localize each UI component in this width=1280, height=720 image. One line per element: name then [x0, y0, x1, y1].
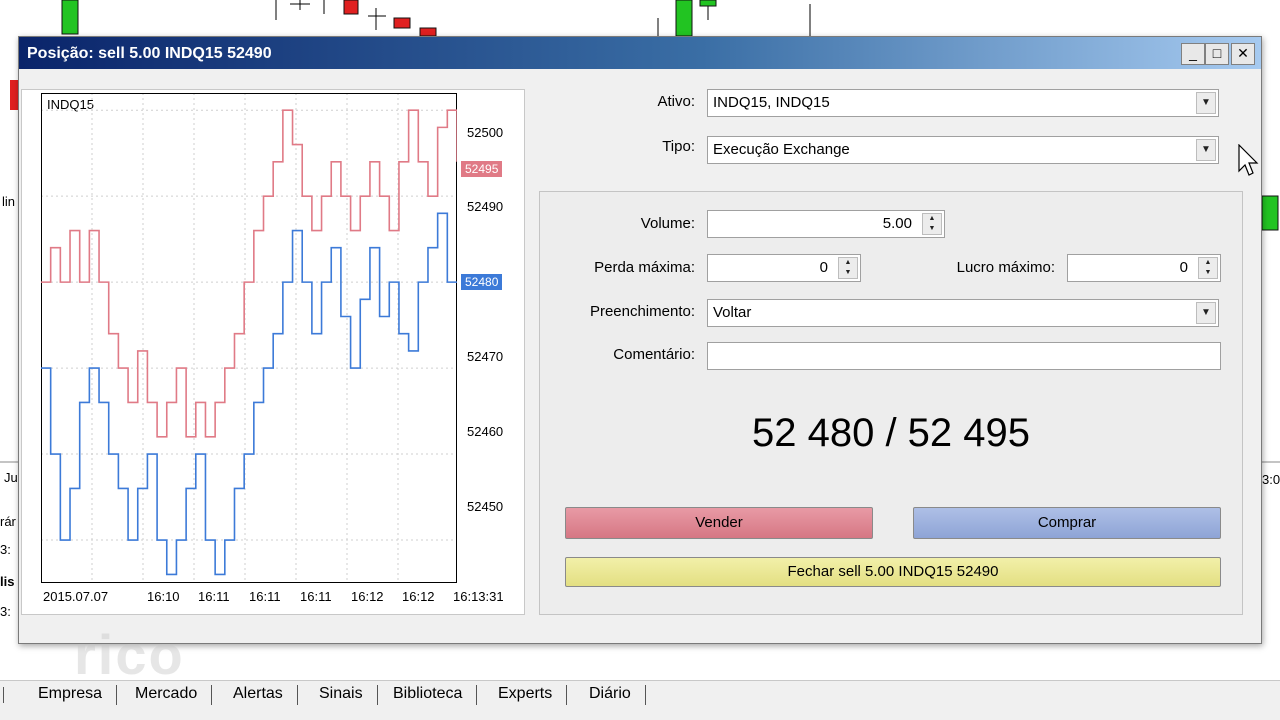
- buy-button[interactable]: Comprar: [913, 507, 1221, 539]
- tab-divider: [0, 687, 4, 703]
- lucro-value: 0: [1179, 259, 1188, 276]
- tick-chart-svg: [41, 93, 457, 583]
- terminal-tab-bar: Empresa Mercado Alertas Sinais Bibliotec…: [0, 680, 1280, 720]
- volume-value: 5.00: [882, 215, 912, 232]
- bid-price-flag: 52480: [461, 274, 503, 290]
- tab-empresa[interactable]: Empresa: [24, 685, 118, 705]
- perda-value: 0: [819, 259, 828, 276]
- price-label-52470: 52470: [467, 349, 504, 364]
- tick-chart-frame: [41, 93, 457, 583]
- chevron-down-icon[interactable]: ▼: [1196, 302, 1216, 324]
- price-label-52490: 52490: [467, 199, 504, 214]
- ask-price-line: [41, 109, 457, 438]
- preenchimento-value: Voltar: [713, 304, 752, 321]
- ativo-label: Ativo:: [657, 93, 695, 110]
- preenchimento-select[interactable]: Voltar ▼: [707, 299, 1219, 327]
- perda-field[interactable]: 0 ▲ ▼: [707, 254, 861, 282]
- tab-sinais[interactable]: Sinais: [305, 685, 378, 705]
- tab-diario[interactable]: Diário: [575, 685, 646, 705]
- watermark-logo: rico: [74, 623, 185, 686]
- maximize-button[interactable]: □: [1205, 43, 1229, 65]
- tab-alertas[interactable]: Alertas: [219, 685, 298, 705]
- tipo-value: Execução Exchange: [713, 141, 850, 158]
- close-position-button[interactable]: Fechar sell 5.00 INDQ15 52490: [565, 557, 1221, 587]
- tab-mercado[interactable]: Mercado: [121, 685, 213, 705]
- ask-price-flag: 52495: [461, 161, 503, 177]
- bid-price-line: [41, 212, 457, 576]
- lucro-field[interactable]: 0 ▲ ▼: [1067, 254, 1221, 282]
- mouse-cursor-icon: [1238, 144, 1259, 176]
- comentario-field[interactable]: [707, 342, 1221, 370]
- lucro-spinner[interactable]: ▲ ▼: [1198, 257, 1218, 279]
- time-label-6: 16:12: [402, 589, 435, 604]
- chevron-down-icon[interactable]: ▼: [1196, 139, 1216, 161]
- time-label-4: 16:11: [300, 589, 332, 604]
- bg-label-3: rár: [0, 514, 16, 529]
- dialog-titlebar[interactable]: Posição: sell 5.00 INDQ15 52490 _ □ ✕: [19, 37, 1261, 69]
- bg-label-4: 3:: [0, 542, 11, 557]
- tab-biblioteca[interactable]: Biblioteca: [379, 685, 478, 705]
- close-button[interactable]: ✕: [1231, 43, 1255, 65]
- time-label-end: 16:13:31: [453, 589, 504, 604]
- bg-label-2: Ju: [4, 470, 18, 485]
- time-label-5: 16:12: [351, 589, 384, 604]
- chevron-down-icon[interactable]: ▼: [1196, 92, 1216, 114]
- bid-ask-quote: 52 480 / 52 495: [751, 411, 1031, 455]
- price-label-52500: 52500: [467, 125, 504, 140]
- perda-label: Perda máxima:: [594, 259, 695, 276]
- sell-button[interactable]: Vender: [565, 507, 873, 539]
- comentario-label: Comentário:: [613, 346, 695, 363]
- volume-label: Volume:: [640, 215, 695, 232]
- tipo-label: Tipo:: [662, 138, 695, 155]
- ativo-select[interactable]: INDQ15, INDQ15 ▼: [707, 89, 1219, 117]
- lucro-label: Lucro máximo:: [956, 259, 1055, 276]
- dialog-title: Posição: sell 5.00 INDQ15 52490: [27, 45, 272, 62]
- bg-label-right: 3:0: [1262, 472, 1280, 487]
- bg-label-1: lin: [2, 194, 16, 209]
- volume-field[interactable]: 5.00 ▲ ▼: [707, 210, 945, 238]
- time-label-3: 16:11: [249, 589, 281, 604]
- price-label-52450: 52450: [467, 499, 504, 514]
- time-label-date: 2015.07.07: [43, 589, 109, 604]
- tick-chart-plot: [41, 93, 457, 583]
- ativo-value: INDQ15, INDQ15: [713, 94, 830, 111]
- time-label-2: 16:11: [198, 589, 230, 604]
- tab-experts[interactable]: Experts: [484, 685, 568, 705]
- time-label-1: 16:10: [147, 589, 180, 604]
- bg-label-5: lis: [0, 574, 15, 589]
- perda-spinner[interactable]: ▲ ▼: [838, 257, 858, 279]
- volume-spinner[interactable]: ▲ ▼: [922, 213, 942, 235]
- preenchimento-label: Preenchimento:: [589, 303, 695, 320]
- price-label-52460: 52460: [467, 424, 504, 439]
- tipo-select[interactable]: Execução Exchange ▼: [707, 136, 1219, 164]
- minimize-button[interactable]: _: [1181, 43, 1205, 65]
- bg-label-6: 3:: [0, 604, 11, 619]
- position-dialog: Posição: sell 5.00 INDQ15 52490 _ □ ✕ IN…: [18, 36, 1262, 644]
